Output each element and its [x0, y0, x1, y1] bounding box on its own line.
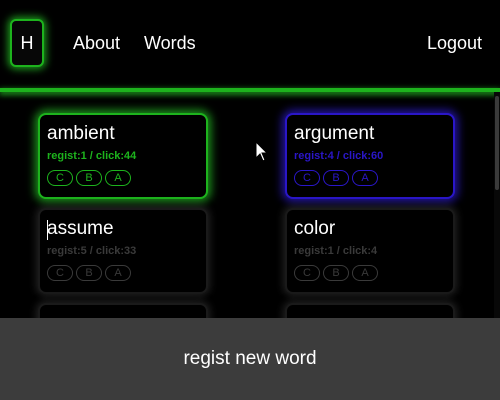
badge-a[interactable]: A — [105, 265, 131, 281]
mouse-pointer-icon — [255, 141, 269, 162]
badge-b[interactable]: B — [76, 265, 102, 281]
badge-c[interactable]: C — [47, 170, 73, 186]
rating-badges: C B A — [47, 170, 131, 186]
word-card-ambient[interactable]: ambient regist:1 / click:44 C B A — [38, 113, 208, 199]
word-label: color — [294, 218, 336, 239]
nav-logout[interactable]: Logout — [427, 33, 482, 53]
nav-about[interactable]: About — [73, 33, 120, 53]
word-card-color[interactable]: color regist:1 / click:4 C B A — [285, 208, 455, 294]
badge-c[interactable]: C — [294, 265, 320, 281]
word-stats: regist:1 / click:44 — [47, 150, 137, 162]
rating-badges: C B A — [294, 170, 378, 186]
word-label: ambient — [47, 123, 115, 144]
word-card-argument[interactable]: argument regist:4 / click:60 C B A — [285, 113, 455, 199]
word-stats: regist:5 / click:33 — [47, 245, 137, 257]
badge-b[interactable]: B — [323, 170, 349, 186]
badge-c[interactable]: C — [47, 265, 73, 281]
word-label: argument — [294, 123, 375, 144]
rating-badges: C B A — [47, 265, 131, 281]
header: H About Words Logout — [0, 0, 500, 88]
header-divider — [0, 88, 500, 92]
badge-a[interactable]: A — [352, 170, 378, 186]
nav-words[interactable]: Words — [144, 33, 196, 53]
rating-badges: C B A — [294, 265, 378, 281]
badge-b[interactable]: B — [323, 265, 349, 281]
logo-button[interactable]: H — [10, 19, 44, 67]
word-stats: regist:1 / click:4 — [294, 245, 378, 257]
word-label: assume — [47, 218, 114, 239]
scrollbar-thumb[interactable] — [495, 96, 499, 190]
badge-b[interactable]: B — [76, 170, 102, 186]
regist-new-word-button[interactable]: regist new word — [0, 318, 500, 400]
word-stats: regist:4 / click:60 — [294, 150, 384, 162]
word-card-assume[interactable]: assume regist:5 / click:33 C B A — [38, 208, 208, 294]
badge-a[interactable]: A — [105, 170, 131, 186]
regist-new-word-label: regist new word — [183, 348, 317, 369]
badge-a[interactable]: A — [352, 265, 378, 281]
badge-c[interactable]: C — [294, 170, 320, 186]
